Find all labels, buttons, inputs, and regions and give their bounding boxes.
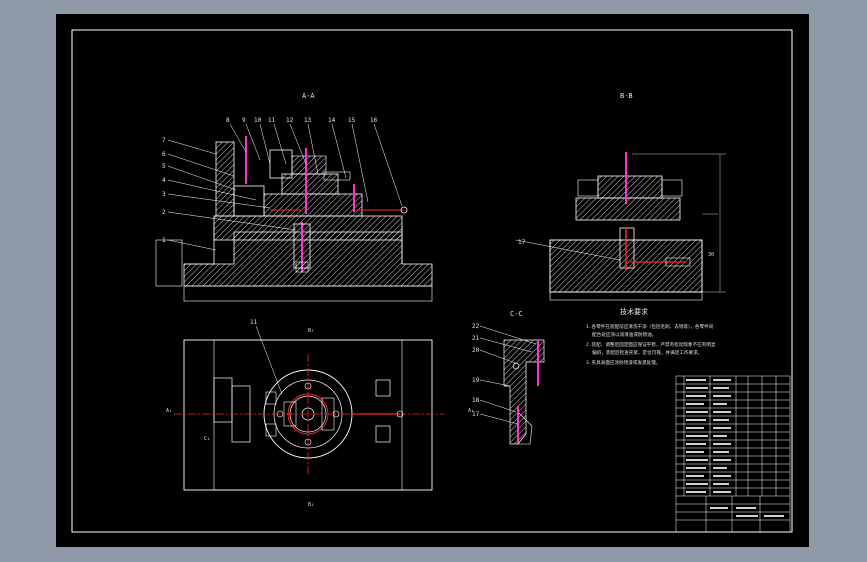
part-no-2: 2 [162,209,166,216]
part-no-9: 9 [242,117,246,124]
drawing-canvas: A-A 7 6 5 4 3 2 1 8 9 10 11 12 13 14 15 … [71,29,793,533]
drawing-sheet: A-A 7 6 5 4 3 2 1 8 9 10 11 12 13 14 15 … [56,14,809,547]
part-no-5: 5 [162,163,166,170]
cad-viewport: A-A 7 6 5 4 3 2 1 8 9 10 11 12 13 14 15 … [0,0,867,562]
dimension-height: 30 [708,252,714,258]
plan-view: B↑ B↓ A↓ A↓ C↓ 11 [166,319,474,508]
view-label-b-b: B-B [620,92,633,100]
plan-label-c: C↓ [204,436,210,442]
section-c-c: C-C 22 21 20 19 18 17 [472,310,545,445]
tech-line-3: 2.装配、调整后固定面应保证平稳，严禁有松动现象不应有明显 [586,341,716,348]
title-block [675,375,791,533]
plan-label-left: A↓ [166,408,172,414]
part-no-19: 19 [472,377,480,384]
part-no-1: 1 [162,237,166,244]
part-no-16: 16 [370,117,378,124]
part-no-7: 7 [162,137,166,144]
technical-requirements: 技术要求 1.各零件在装配前应清洗干净（包括毛刺、去锈等），各零件间 配合处应涂… [586,307,716,366]
tech-line-2: 配合处应涂以润滑油或防锈油。 [592,331,656,338]
section-b-b: B-B 17 30 [515,92,726,301]
part-no-8: 8 [226,117,230,124]
tech-title: 技术要求 [620,307,648,316]
part-no-6: 6 [162,151,166,158]
part-no-15: 15 [348,117,356,124]
part-no-20: 20 [472,347,480,354]
plan-label-top: B↑ [308,328,314,334]
section-a-a: A-A 7 6 5 4 3 2 1 8 9 10 11 12 13 14 15 … [155,92,433,302]
view-label-a-a: A-A [302,92,315,100]
tech-line-1: 1.各零件在装配前应清洗干净（包括毛刺、去锈等），各零件间 [586,323,714,330]
view-label-c-c: C-C [510,310,523,318]
part-no-13: 13 [304,117,312,124]
part-no-22: 22 [472,323,480,330]
part-no-17-cc: 17 [472,411,480,418]
plan-label-bottom: B↓ [308,502,314,508]
plan-callout-11: 11 [250,319,258,326]
part-no-4: 4 [162,177,166,184]
part-no-12: 12 [286,117,294,124]
part-no-17: 17 [518,239,526,246]
part-no-10: 10 [254,117,262,124]
part-no-11: 11 [268,117,276,124]
part-no-18: 18 [472,397,480,404]
tech-line-5: 3.夹具表面应涂防锈漆或发黑处理。 [586,359,660,366]
part-no-21: 21 [472,335,480,342]
part-no-3: 3 [162,191,166,198]
tech-line-4: 偏斜，装配后检查夹紧、定位可靠，并满足工作要求。 [592,349,702,356]
part-no-14: 14 [328,117,336,124]
